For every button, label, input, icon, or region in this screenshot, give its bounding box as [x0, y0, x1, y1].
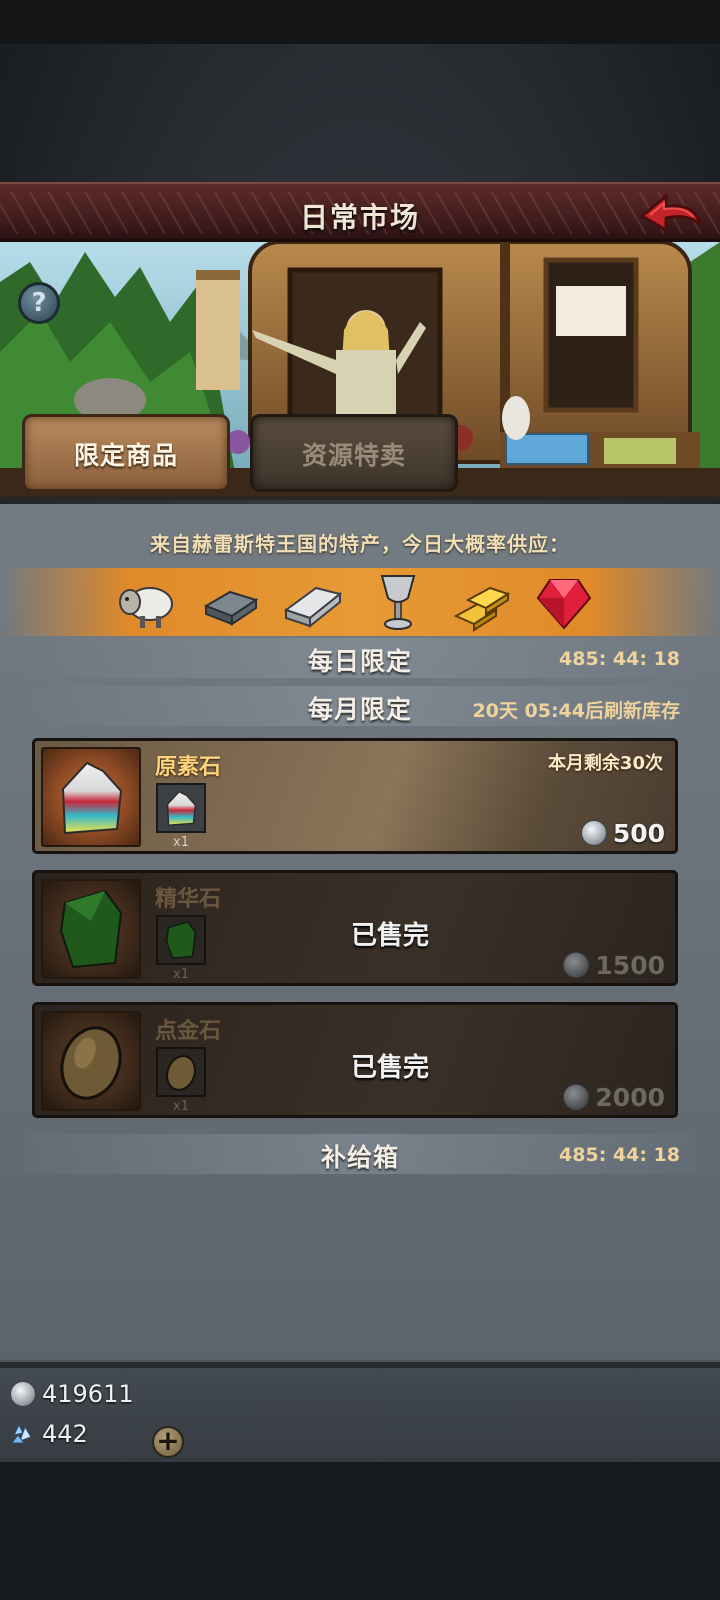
specialty-resources-band: [0, 568, 720, 636]
silver-coin-icon: [563, 952, 590, 978]
crystal-icon: [11, 1423, 32, 1444]
supply-timer: 485: 44: 18: [559, 1144, 680, 1166]
add-gems-button[interactable]: +: [152, 1426, 184, 1458]
silver-amount: 419611: [42, 1380, 134, 1408]
help-icon: ?: [31, 288, 47, 318]
goblet-icon: [380, 575, 416, 630]
shop-item-elemental-stone[interactable]: 原素石 x1 本月剩余30次 500: [32, 738, 678, 854]
sold-out-label: 已售完: [350, 921, 429, 951]
page-title: 日常市场: [299, 201, 420, 234]
essence-stone-icon: [165, 920, 197, 959]
item-name: 点金石: [155, 1019, 222, 1044]
plus-icon: +: [156, 1424, 180, 1457]
reward-slot: [156, 1047, 206, 1097]
item-price: 1500: [563, 949, 665, 981]
item-image: [41, 879, 141, 979]
item-quantity: x1: [173, 1099, 189, 1114]
section-monthly-limited: 每月限定 20天 05:44后刷新库存: [24, 686, 696, 726]
alchemy-stone-icon: [60, 1026, 122, 1100]
essence-stone-icon: [59, 889, 123, 969]
bottom-area: [0, 1462, 720, 1600]
item-price: 500: [580, 817, 665, 849]
item-quantity: x1: [173, 835, 189, 850]
daily-timer: 485: 44: 18: [559, 648, 680, 670]
back-button[interactable]: [636, 188, 706, 240]
help-button[interactable]: ?: [18, 282, 60, 324]
elemental-stone-icon: [61, 761, 123, 835]
elemental-stone-icon: [166, 790, 197, 827]
bottom-divider: [0, 1360, 720, 1368]
price-amount: 2000: [595, 1082, 665, 1112]
currency-bar: 419611 442 +: [0, 1368, 720, 1462]
specialty-description: 来自赫雷斯特王国的特产，今日大概率供应：: [150, 532, 570, 556]
price-amount: 1500: [595, 950, 665, 980]
reward-slot: [156, 915, 206, 965]
item-name: 原素石: [155, 755, 222, 780]
status-strip: [0, 0, 720, 44]
silver-ingot-icon: [283, 586, 342, 629]
tab-limited-goods[interactable]: 限定商品: [22, 414, 230, 492]
gem-amount: 442: [42, 1420, 88, 1448]
shop-item-essence-stone[interactable]: 精华石 x1 已售完 1500: [32, 870, 678, 986]
item-image: [41, 747, 141, 847]
silver-coin-icon: [580, 820, 607, 846]
monthly-refresh-text: 20天 05:44后刷新库存: [472, 700, 680, 722]
tab-resource-sale[interactable]: 资源特卖: [250, 414, 458, 492]
section-supply-box: 补给箱 485: 44: 18: [24, 1134, 696, 1174]
item-quantity: x1: [173, 967, 189, 982]
monthly-remaining: 本月剩余30次: [547, 753, 663, 774]
back-arrow-icon: [640, 194, 702, 232]
silver-coin-icon: [10, 1381, 36, 1407]
shop-item-alchemy-stone[interactable]: 点金石 x1 已售完 2000: [32, 1002, 678, 1118]
silver-balance: 419611: [10, 1376, 134, 1412]
daily-market-screen: 日常市场 ? 限定商品 资源特卖 来自赫雷斯特王国的特产，今日大概率供应： 每日…: [0, 0, 720, 1600]
ruby-icon: [536, 579, 592, 630]
gold-bars-icon: [453, 586, 511, 632]
sheep-icon: [119, 587, 173, 628]
alchemy-stone-icon: [166, 1055, 196, 1091]
item-price: 2000: [563, 1081, 665, 1113]
sold-out-label: 已售完: [350, 1053, 429, 1083]
gem-balance: 442: [10, 1416, 88, 1452]
market-content: 来自赫雷斯特王国的特产，今日大概率供应： 每日限定 485: 44: 18 每月…: [0, 504, 720, 1360]
title-bar: 日常市场: [0, 182, 720, 242]
item-image: [41, 1011, 141, 1111]
price-amount: 500: [612, 818, 665, 848]
iron-ingot-icon: [203, 590, 259, 626]
reward-slot: [156, 783, 206, 833]
market-banner: ? 限定商品 资源特卖: [0, 242, 720, 500]
item-name: 精华石: [155, 887, 222, 912]
silver-coin-icon: [563, 1084, 590, 1110]
section-daily-limited: 每日限定 485: 44: 18: [24, 638, 696, 678]
